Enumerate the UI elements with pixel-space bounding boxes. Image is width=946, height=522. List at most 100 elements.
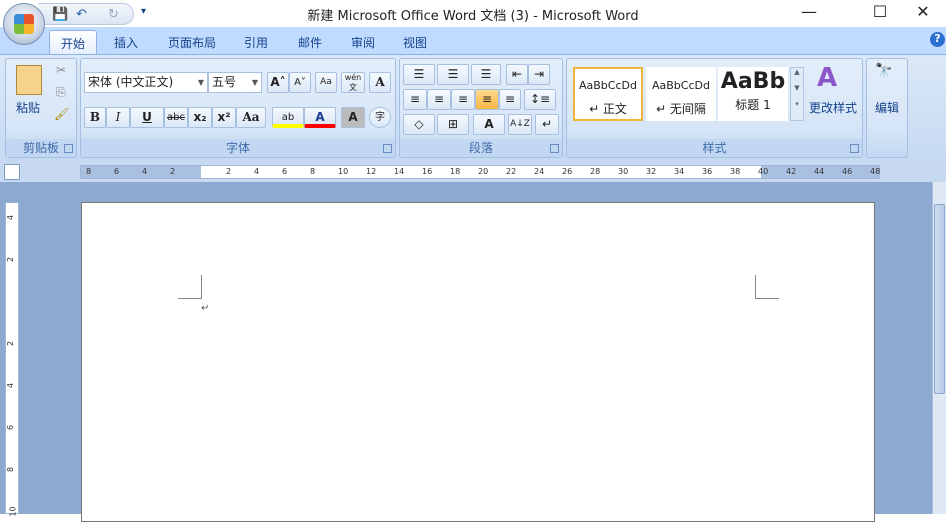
tab-insert[interactable]: 插入: [104, 30, 148, 55]
underline-button[interactable]: U: [130, 107, 164, 128]
redo-icon[interactable]: ↻: [108, 7, 119, 22]
change-styles-icon[interactable]: A: [817, 63, 837, 93]
ruler-number: 2: [226, 167, 232, 176]
office-logo-icon: [14, 14, 34, 34]
vertical-scrollbar[interactable]: [932, 182, 946, 514]
grow-font-button[interactable]: A˄: [267, 72, 289, 93]
vertical-ruler[interactable]: 4 2 2 4 6 8 10: [5, 202, 19, 517]
paste-button[interactable]: 粘贴: [16, 99, 40, 116]
dialog-launcher-icon[interactable]: [64, 144, 73, 153]
help-icon[interactable]: ?: [930, 32, 945, 47]
copy-icon[interactable]: ⎘: [56, 85, 66, 100]
style-name: 标题 1: [735, 98, 771, 112]
dialog-launcher-icon[interactable]: [550, 144, 559, 153]
style-no-spacing[interactable]: AaBbCcDd ↵ 无间隔: [646, 67, 716, 121]
bold-button[interactable]: B: [84, 107, 106, 128]
paste-icon[interactable]: [16, 65, 42, 95]
numbering-button[interactable]: ☰: [437, 64, 469, 85]
clipboard-group: 粘贴 ✂ ⎘ 🖌 剪贴板: [5, 58, 77, 158]
format-painter-icon[interactable]: 🖌: [54, 107, 69, 121]
char-border-button[interactable]: A: [369, 72, 391, 93]
dialog-launcher-icon[interactable]: [850, 144, 859, 153]
ruler-number: 28: [590, 167, 601, 176]
ruler-number: 38: [730, 167, 741, 176]
font-name-select[interactable]: 宋体 (中文正文) ▼: [84, 72, 208, 93]
ruler-number: 4: [254, 167, 260, 176]
close-button[interactable]: ✕: [900, 2, 946, 24]
tab-home[interactable]: 开始: [49, 30, 97, 55]
document-page[interactable]: ↵: [81, 202, 875, 522]
ruler-number: 34: [674, 167, 685, 176]
multilevel-list-button[interactable]: ☰: [471, 64, 501, 85]
ruler-number: 6: [114, 167, 120, 176]
paragraph-label: 段落: [400, 139, 562, 157]
change-case-button[interactable]: Aa: [236, 107, 266, 128]
tab-references[interactable]: 引用: [236, 30, 276, 55]
save-icon[interactable]: 💾: [52, 7, 68, 22]
tab-page-layout[interactable]: 页面布局: [160, 30, 224, 55]
ruler-number: 10: [338, 167, 349, 176]
ruler-number: 2: [170, 167, 176, 176]
cut-icon[interactable]: ✂: [56, 63, 66, 77]
subscript-button[interactable]: x₂: [188, 107, 212, 128]
tab-review[interactable]: 审阅: [343, 30, 383, 55]
bullets-button[interactable]: ☰: [403, 64, 435, 85]
undo-icon[interactable]: ↶: [76, 7, 87, 22]
ruler-number: 4: [142, 167, 148, 176]
ruler-number: 6: [282, 167, 288, 176]
justify-button[interactable]: ≡: [475, 89, 499, 110]
ruler-number: 44: [814, 167, 825, 176]
show-marks-button[interactable]: ↵: [535, 114, 559, 135]
styles-scroll[interactable]: ▲ ▼ ▾: [790, 67, 804, 121]
style-normal[interactable]: AaBbCcDd ↵ 正文: [573, 67, 643, 121]
borders-button[interactable]: ⊞: [437, 114, 469, 135]
char-shading-button[interactable]: A: [341, 107, 365, 128]
tab-mailings[interactable]: 邮件: [290, 30, 330, 55]
office-button[interactable]: [3, 3, 45, 45]
ruler-number: 8: [6, 466, 16, 473]
scrollbar-thumb[interactable]: [934, 204, 945, 394]
styles-label: 样式: [567, 139, 862, 157]
increase-indent-button[interactable]: ⇥: [528, 64, 550, 85]
enclose-char-button[interactable]: 字: [369, 107, 391, 128]
chinese-layout-button[interactable]: A: [473, 114, 505, 135]
minimize-button[interactable]: —: [786, 2, 832, 24]
superscript-button[interactable]: x²: [212, 107, 236, 128]
maximize-button[interactable]: ☐: [857, 2, 903, 24]
distribute-button[interactable]: ≡: [499, 89, 521, 110]
styles-group: AaBbCcDd ↵ 正文 AaBbCcDd ↵ 无间隔 AaBb 标题 1 ▲…: [566, 58, 863, 158]
horizontal-ruler[interactable]: 8 6 4 2 2 4 6 8 10 12 14 16 18 20 22 24 26 28 30 32 34 36 38 40…: [80, 165, 880, 179]
change-styles-button[interactable]: 更改样式: [809, 99, 857, 116]
dialog-launcher-icon[interactable]: [383, 144, 392, 153]
style-name: ↵ 无间隔: [656, 102, 706, 116]
tab-view[interactable]: 视图: [395, 30, 435, 55]
ruler-number: 2: [6, 340, 16, 347]
center-button[interactable]: ≡: [427, 89, 451, 110]
clear-format-button[interactable]: Aa: [315, 72, 337, 93]
find-binoculars-icon: 🔭: [875, 63, 893, 79]
editing-group[interactable]: 🔭 编辑: [866, 58, 908, 158]
line-spacing-button[interactable]: ↕≡: [524, 89, 556, 110]
tab-selector-button[interactable]: [4, 164, 20, 180]
ruler-number: 4: [6, 214, 16, 221]
style-preview: AaBbCcDd: [579, 79, 637, 92]
highlight-button[interactable]: ab: [272, 107, 304, 128]
strikethrough-button[interactable]: abc: [164, 107, 188, 128]
customize-qat-icon[interactable]: ▾: [141, 6, 146, 17]
italic-button[interactable]: I: [106, 107, 130, 128]
shading-button[interactable]: ◇: [403, 114, 435, 135]
sort-button[interactable]: A↓Z: [508, 114, 532, 135]
align-left-button[interactable]: ≡: [403, 89, 427, 110]
editing-button[interactable]: 编辑: [875, 99, 899, 116]
phonetic-guide-button[interactable]: wén文: [341, 72, 365, 93]
ruler-number: 22: [506, 167, 517, 176]
decrease-indent-button[interactable]: ⇤: [506, 64, 528, 85]
ruler-number: 20: [478, 167, 489, 176]
shrink-font-button[interactable]: A˅: [289, 72, 311, 93]
ruler-number: 2: [6, 256, 16, 263]
font-color-button[interactable]: A: [304, 107, 336, 128]
ruler-number: 8: [310, 167, 316, 176]
font-size-select[interactable]: 五号 ▼: [208, 72, 262, 93]
style-heading-1[interactable]: AaBb 标题 1: [718, 67, 788, 121]
align-right-button[interactable]: ≡: [451, 89, 475, 110]
